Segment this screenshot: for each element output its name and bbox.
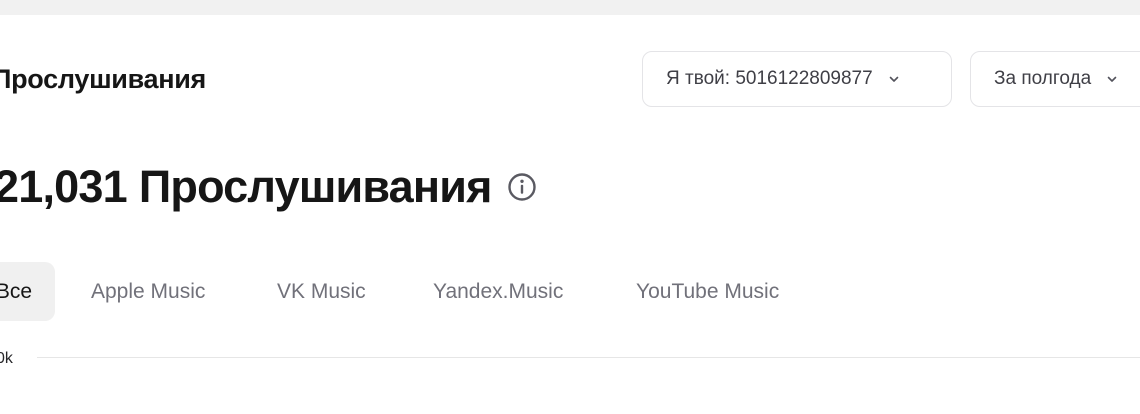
period-select-label: За полгода [994, 68, 1092, 89]
chevron-down-icon [887, 72, 901, 86]
user-select-dropdown[interactable]: Я твой: 5016122809877 [642, 51, 952, 107]
info-icon[interactable] [506, 171, 538, 203]
top-strip [0, 0, 1140, 15]
user-select-label: Я твой: 5016122809877 [666, 68, 873, 89]
period-select-dropdown[interactable]: За полгода [970, 51, 1140, 107]
plays-chart: 0k [0, 340, 1140, 414]
tab-all[interactable]: Все [0, 262, 55, 321]
chevron-down-icon [1105, 72, 1119, 86]
y-axis-tick-label: 0k [0, 350, 13, 367]
tab-youtube-music[interactable]: YouTube Music [636, 262, 779, 321]
tab-apple-music[interactable]: Apple Music [91, 262, 205, 321]
total-plays-label: Прослушивания [138, 161, 493, 212]
tab-yandex-music[interactable]: Yandex.Music [433, 262, 563, 321]
tab-vk-music[interactable]: VK Music [277, 262, 366, 321]
platform-tabs: Все Apple Music VK Music Yandex.Music Yo… [0, 262, 1140, 322]
chart-grid-line [37, 357, 1140, 358]
total-plays-count: 21,031 [0, 161, 128, 212]
total-plays-summary: 21,031 Прослушивания [0, 158, 538, 216]
page-title: Прослушивания [0, 64, 206, 94]
page-header: Прослушивания Я твой: 5016122809877 За п… [0, 15, 1140, 145]
